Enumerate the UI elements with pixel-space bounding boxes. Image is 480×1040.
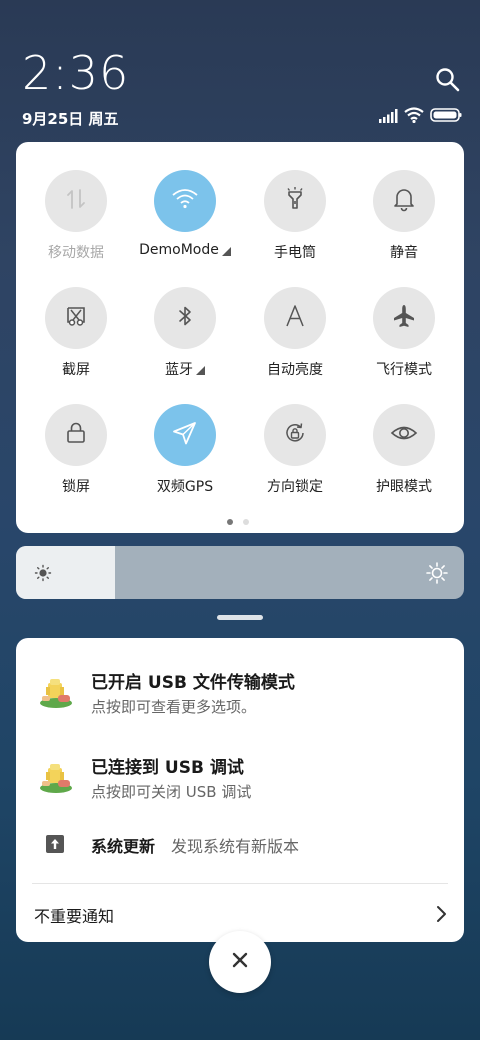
- tile-flashlight[interactable]: 手电筒: [240, 170, 350, 262]
- tile-label: 手电筒: [274, 245, 316, 261]
- quick-settings-panel: 移动数据 DemoMode 手电筒 静音 截屏 蓝牙 自动亮度 飞行模式 锁屏 …: [16, 142, 464, 533]
- battery-icon: [430, 107, 462, 127]
- tile-wifi[interactable]: DemoMode: [130, 170, 240, 258]
- drag-handle[interactable]: [217, 615, 263, 620]
- tile-label: 护眼模式: [376, 479, 432, 495]
- tile-label: 移动数据: [48, 245, 104, 261]
- tile-label: 蓝牙: [165, 362, 193, 378]
- clock[interactable]: 2:36: [22, 48, 129, 98]
- page-indicator: [227, 519, 249, 525]
- rotation-lock-icon: [281, 419, 309, 451]
- airplane-icon: [391, 303, 417, 333]
- bluetooth-icon: [172, 303, 198, 333]
- screenshot-icon: [63, 303, 89, 333]
- tile-lock-screen-button[interactable]: [45, 404, 107, 466]
- divider: [32, 883, 448, 884]
- unimportant-notifications-row[interactable]: 不重要通知: [16, 894, 464, 934]
- signal-icon: [378, 108, 398, 127]
- tile-label: DemoMode: [139, 242, 219, 258]
- tile-airplane-mode-button[interactable]: [373, 287, 435, 349]
- search-icon[interactable]: [434, 66, 462, 94]
- tile-bluetooth-button[interactable]: [154, 287, 216, 349]
- status-bar: 2:36 9月25日 周五: [0, 0, 480, 135]
- tile-flashlight-button[interactable]: [264, 170, 326, 232]
- tile-lock-screen[interactable]: 锁屏: [21, 404, 131, 496]
- bell-icon: [391, 186, 417, 216]
- tile-screenshot[interactable]: 截屏: [21, 287, 131, 379]
- auto-brightness-icon: [282, 303, 308, 333]
- notification-text: 点按即可查看更多选项。: [91, 698, 257, 716]
- tile-mobile-data[interactable]: 移动数据: [21, 170, 131, 262]
- notification-title: 已连接到 USB 调试: [91, 758, 244, 778]
- tile-dual-gps[interactable]: 双频GPS: [130, 404, 240, 496]
- notification-text: 点按即可关闭 USB 调试: [91, 783, 252, 801]
- tile-auto-brightness[interactable]: 自动亮度: [240, 287, 350, 379]
- tile-rotation-lock-button[interactable]: [264, 404, 326, 466]
- date[interactable]: 9月25日 周五: [22, 108, 119, 129]
- brightness-low-icon: [31, 561, 55, 585]
- tile-dual-gps-button[interactable]: [154, 404, 216, 466]
- lock-icon: [63, 420, 89, 450]
- system-icons: [378, 107, 462, 127]
- notification-usb-debug[interactable]: 已连接到 USB 调试 点按即可关闭 USB 调试: [16, 741, 464, 811]
- wifi-icon: [404, 107, 424, 127]
- tile-label: 方向锁定: [267, 479, 323, 495]
- tile-silent[interactable]: 静音: [349, 170, 459, 262]
- tile-eye-care-button[interactable]: [373, 404, 435, 466]
- mobile-data-icon: [63, 186, 89, 216]
- wifi-icon: [171, 187, 199, 215]
- flashlight-icon: [282, 186, 308, 216]
- page-dot-2[interactable]: [243, 519, 249, 525]
- expand-triangle-icon[interactable]: [196, 365, 205, 375]
- upload-icon: [46, 835, 64, 857]
- eye-icon: [390, 419, 418, 451]
- android-debug-icon: [38, 759, 74, 795]
- tile-eye-care[interactable]: 护眼模式: [349, 404, 459, 496]
- brightness-high-icon: [425, 561, 449, 585]
- tile-label: 锁屏: [62, 479, 90, 495]
- notification-system-update[interactable]: 系统更新 发现系统有新版本: [16, 828, 464, 858]
- tile-airplane-mode[interactable]: 飞行模式: [349, 287, 459, 379]
- expand-triangle-icon[interactable]: [221, 246, 231, 256]
- notification-usb-transfer[interactable]: 已开启 USB 文件传输模式 点按即可查看更多选项。: [16, 656, 464, 726]
- chevron-right-icon: [434, 904, 448, 924]
- notification-title: 已开启 USB 文件传输模式: [91, 673, 295, 693]
- android-debug-icon: [38, 674, 74, 710]
- tile-label: 截屏: [62, 362, 90, 378]
- tile-screenshot-button[interactable]: [45, 287, 107, 349]
- gps-icon: [171, 419, 199, 451]
- notification-panel: 已开启 USB 文件传输模式 点按即可查看更多选项。 已连接到 USB 调试 点…: [16, 638, 464, 942]
- tile-label: 静音: [390, 245, 418, 261]
- tile-label: 飞行模式: [376, 362, 432, 378]
- notification-text: 发现系统有新版本: [171, 837, 300, 856]
- close-icon: [230, 950, 250, 974]
- notification-title: 系统更新: [91, 837, 156, 856]
- tile-bluetooth[interactable]: 蓝牙: [130, 287, 240, 379]
- tile-silent-button[interactable]: [373, 170, 435, 232]
- tile-mobile-data-button[interactable]: [45, 170, 107, 232]
- page-dot-1[interactable]: [227, 519, 233, 525]
- clear-all-button[interactable]: [209, 931, 271, 993]
- tile-label: 双频GPS: [156, 479, 214, 495]
- tile-label: 自动亮度: [267, 362, 323, 378]
- tile-wifi-button[interactable]: [154, 170, 216, 232]
- tile-rotation-lock[interactable]: 方向锁定: [240, 404, 350, 496]
- unimportant-notifications-label: 不重要通知: [34, 907, 115, 926]
- brightness-slider[interactable]: [16, 546, 464, 599]
- tile-auto-brightness-button[interactable]: [264, 287, 326, 349]
